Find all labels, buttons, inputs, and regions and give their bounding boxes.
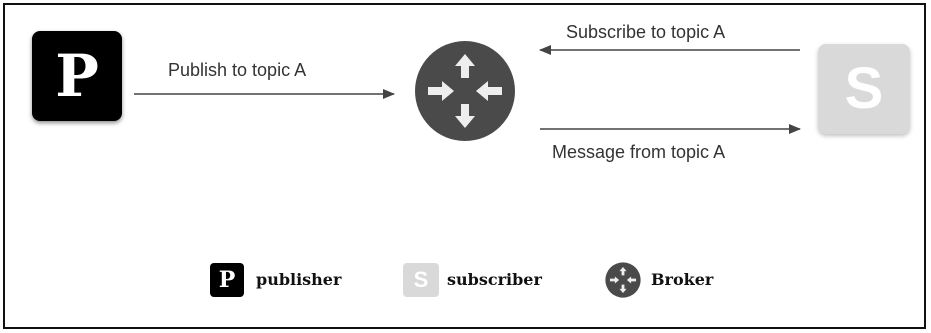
message-label: Message from topic A [552, 142, 726, 162]
subscribe-label: Subscribe to topic A [566, 22, 726, 42]
legend-publisher-letter: P [218, 267, 236, 293]
broker-node [415, 41, 515, 141]
legend-publisher-label: publisher [256, 270, 342, 289]
legend-subscriber-label: subscriber [447, 270, 542, 289]
legend-subscriber-letter: S [413, 267, 429, 292]
legend-subscriber-swatch: S [403, 263, 439, 297]
publish-label: Publish to topic A [168, 60, 307, 80]
legend-broker-icon [605, 262, 641, 298]
legend-broker-swatch [605, 262, 641, 298]
four-arrows-converging-icon [415, 41, 515, 141]
legend-broker-label: Broker [651, 270, 714, 289]
legend-publisher-swatch: P [210, 263, 244, 297]
